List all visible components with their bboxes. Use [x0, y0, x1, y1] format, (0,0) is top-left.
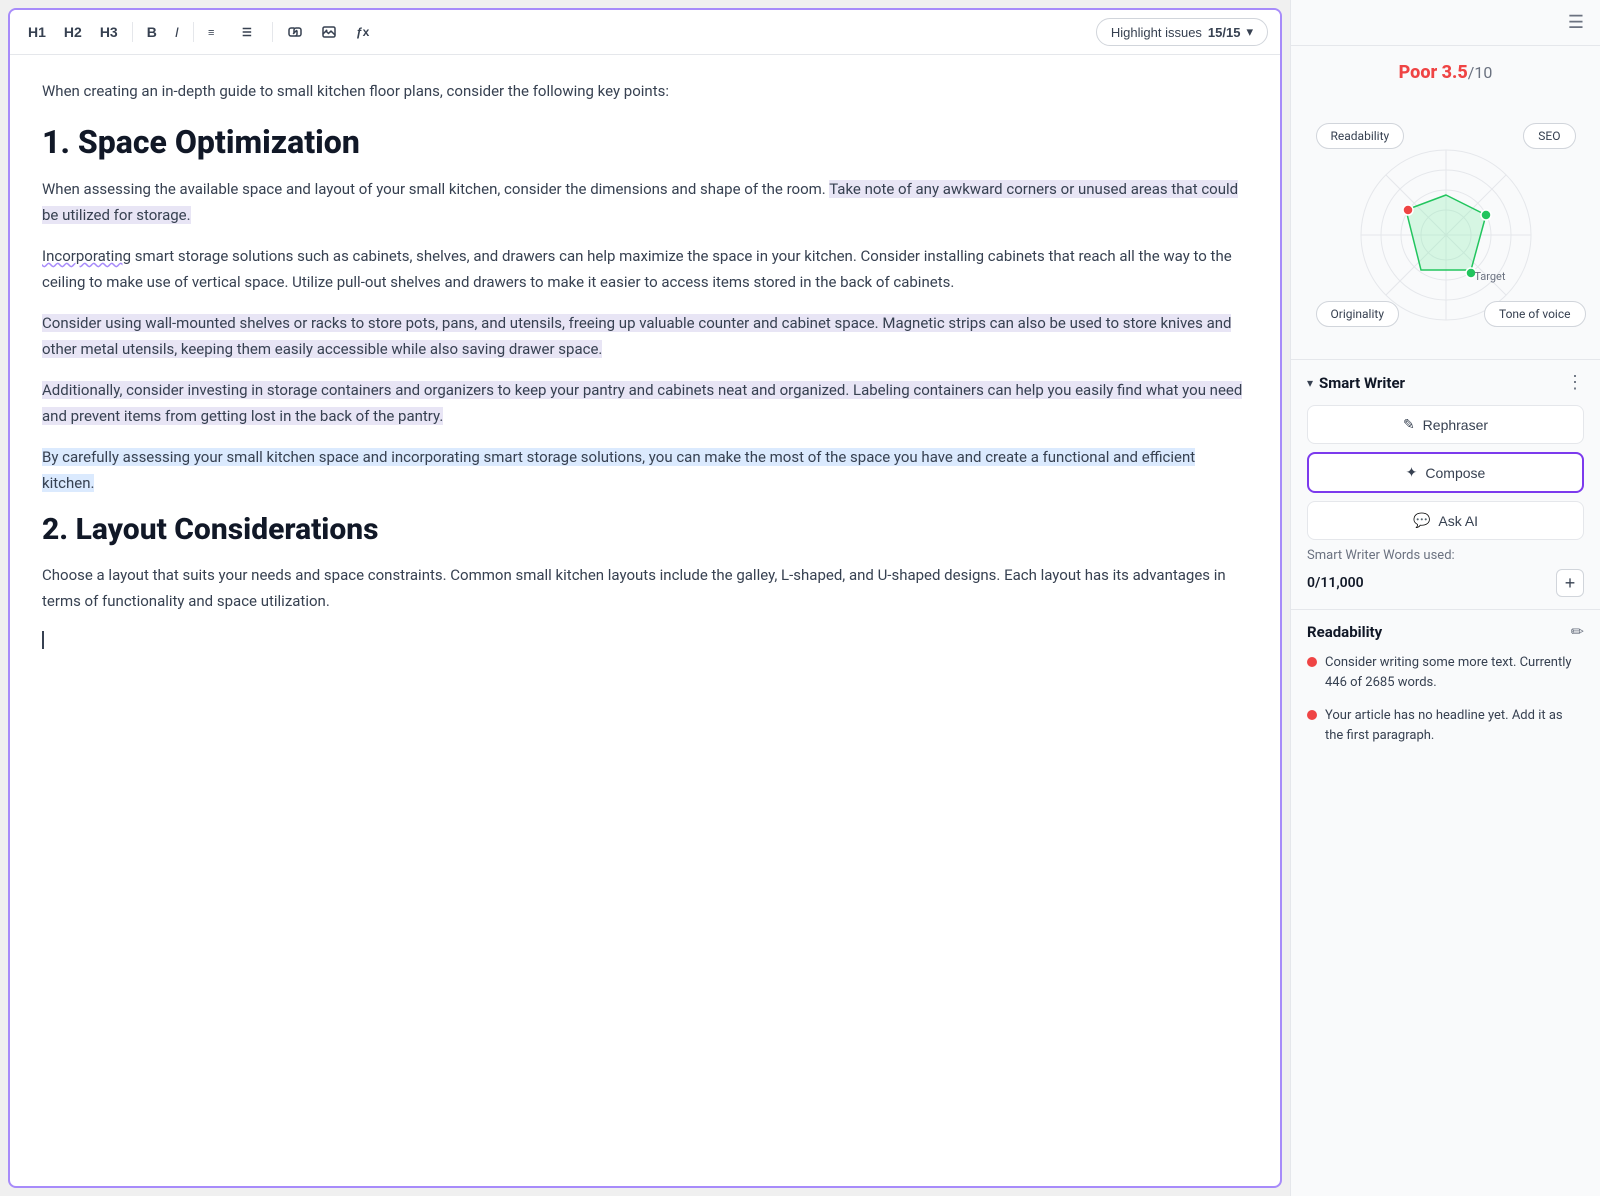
- score-label: Poor 3.5/10: [1399, 62, 1493, 83]
- text-cursor: [42, 631, 44, 649]
- image-icon: [321, 24, 337, 40]
- ask-ai-label: Ask AI: [1438, 513, 1478, 529]
- score-word: Poor: [1399, 62, 1442, 83]
- readability-title: Readability: [1307, 623, 1382, 641]
- italic-button[interactable]: I: [169, 20, 185, 44]
- smart-writer-chevron-icon: ▾: [1307, 376, 1313, 390]
- section2-heading: 2. Layout Considerations: [42, 512, 1248, 547]
- readability-edit-icon[interactable]: ✏: [1571, 622, 1584, 641]
- toolbar-divider-3: [272, 22, 273, 42]
- paragraph-1: When assessing the available space and l…: [42, 177, 1248, 228]
- readability-dot-1: [1307, 657, 1317, 667]
- smart-writer-title-row: ▾ Smart Writer: [1307, 374, 1405, 392]
- words-section: Smart Writer Words used: 0/11,000 +: [1307, 548, 1584, 597]
- cursor-line: [42, 630, 1248, 650]
- readability-text-1: Consider writing some more text. Current…: [1325, 653, 1584, 692]
- words-label: Smart Writer Words used:: [1307, 548, 1584, 563]
- readability-section: Readability ✏ Consider writing some more…: [1291, 609, 1600, 771]
- ask-ai-button[interactable]: 💬 Ask AI: [1307, 501, 1584, 540]
- editor-container: H1 H2 H3 B I ≡ ☰: [8, 8, 1282, 1188]
- toolbar-divider-2: [193, 22, 194, 42]
- svg-text:≡: ≡: [208, 27, 214, 39]
- radar-chart: Readability SEO Originality Tone of voic…: [1326, 95, 1566, 335]
- compose-label: Compose: [1425, 465, 1485, 481]
- readability-item-1: Consider writing some more text. Current…: [1307, 653, 1584, 692]
- smart-writer-header: ▾ Smart Writer ⋮: [1307, 372, 1584, 393]
- chip-readability[interactable]: Readability: [1316, 123, 1405, 149]
- link-icon: [287, 24, 303, 40]
- para4-highlighted: Additionally, consider investing in stor…: [42, 381, 1242, 425]
- words-count: 0/11,000: [1307, 575, 1364, 591]
- format-clear-button[interactable]: ƒx: [349, 20, 377, 44]
- paragraph-5: By carefully assessing your small kitche…: [42, 445, 1248, 496]
- target-label: Target: [1474, 270, 1505, 283]
- menu-icon[interactable]: ☰: [1568, 12, 1584, 33]
- score-value: 3.5: [1442, 62, 1468, 83]
- readability-header: Readability ✏: [1307, 622, 1584, 641]
- ordered-list-button[interactable]: ≡: [202, 20, 230, 44]
- para2-underline: Incorporating: [42, 247, 131, 265]
- highlight-count: 15/15: [1208, 25, 1241, 40]
- para1-normal: When assessing the available space and l…: [42, 180, 829, 198]
- paragraph-6: Choose a layout that suits your needs an…: [42, 563, 1248, 614]
- toolbar-divider-1: [132, 22, 133, 42]
- image-button[interactable]: [315, 20, 343, 44]
- h3-button[interactable]: H3: [94, 20, 124, 44]
- chip-tone-of-voice[interactable]: Tone of voice: [1484, 301, 1586, 327]
- intro-paragraph: When creating an in-depth guide to small…: [42, 79, 1248, 103]
- ordered-list-icon: ≡: [208, 24, 224, 40]
- link-button[interactable]: [281, 20, 309, 44]
- toolbar: H1 H2 H3 B I ≡ ☰: [10, 10, 1280, 55]
- bold-button[interactable]: B: [141, 20, 163, 44]
- format-clear-icon: ƒx: [355, 24, 371, 40]
- editor-content[interactable]: When creating an in-depth guide to small…: [10, 55, 1280, 1186]
- paragraph-2: Incorporating smart storage solutions su…: [42, 244, 1248, 295]
- smart-writer-section: ▾ Smart Writer ⋮ ✎ Rephraser ✦ Compose 💬…: [1291, 359, 1600, 609]
- svg-text:ƒx: ƒx: [356, 25, 370, 39]
- section1-heading: 1. Space Optimization: [42, 123, 1248, 161]
- rephraser-button[interactable]: ✎ Rephraser: [1307, 405, 1584, 444]
- h1-button[interactable]: H1: [22, 20, 52, 44]
- readability-item-2: Your article has no headline yet. Add it…: [1307, 706, 1584, 745]
- h2-button[interactable]: H2: [58, 20, 88, 44]
- readability-text-2: Your article has no headline yet. Add it…: [1325, 706, 1584, 745]
- para2-rest: smart storage solutions such as cabinets…: [42, 247, 1232, 291]
- rephraser-label: Rephraser: [1423, 417, 1488, 433]
- unordered-list-button[interactable]: ☰: [236, 20, 264, 44]
- highlight-chevron-icon: ▾: [1246, 24, 1253, 40]
- score-section: Poor 3.5/10: [1291, 46, 1600, 359]
- smart-writer-title: Smart Writer: [1319, 374, 1405, 392]
- paragraph-3: Consider using wall-mounted shelves or r…: [42, 311, 1248, 362]
- para3-highlighted: Consider using wall-mounted shelves or r…: [42, 314, 1231, 358]
- paragraph-4: Additionally, consider investing in stor…: [42, 378, 1248, 429]
- highlight-label: Highlight issues: [1111, 25, 1202, 40]
- chip-originality[interactable]: Originality: [1316, 301, 1400, 327]
- unordered-list-icon: ☰: [242, 24, 258, 40]
- chip-seo[interactable]: SEO: [1523, 123, 1575, 149]
- compose-icon: ✦: [1406, 464, 1418, 481]
- para5-partial: By carefully assessing your small kitche…: [42, 448, 1195, 492]
- score-denom: /10: [1468, 63, 1493, 82]
- readability-dot-2: [1307, 710, 1317, 720]
- chart-labels: Readability SEO Originality Tone of voic…: [1326, 95, 1566, 335]
- highlight-issues-button[interactable]: Highlight issues 15/15 ▾: [1096, 18, 1268, 46]
- sidebar-header: ☰: [1291, 0, 1600, 46]
- smart-writer-more-icon[interactable]: ⋮: [1566, 372, 1584, 393]
- right-sidebar: ☰ Poor 3.5/10: [1290, 0, 1600, 1196]
- compose-button[interactable]: ✦ Compose: [1307, 452, 1584, 493]
- words-row: 0/11,000 +: [1307, 569, 1584, 597]
- ask-ai-icon: 💬: [1413, 512, 1430, 529]
- rephraser-icon: ✎: [1403, 416, 1415, 433]
- add-words-button[interactable]: +: [1556, 569, 1584, 597]
- svg-text:☰: ☰: [242, 27, 252, 39]
